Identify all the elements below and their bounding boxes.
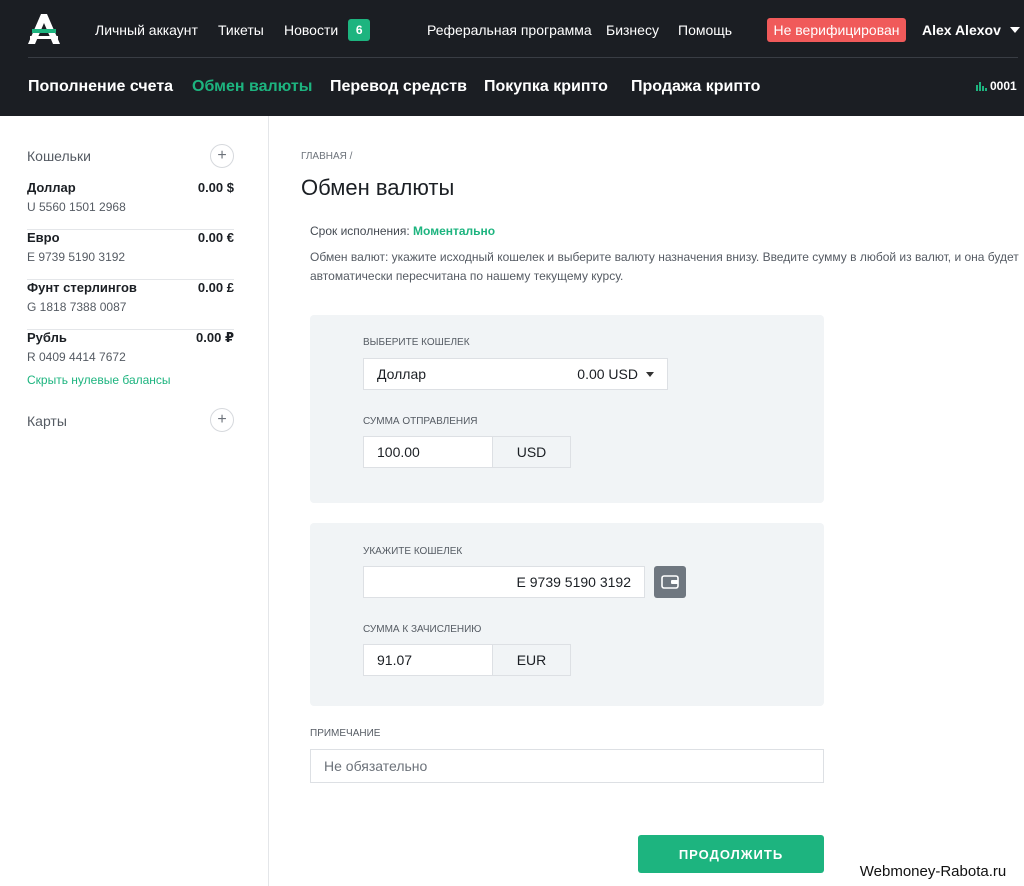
note-input[interactable] <box>310 749 824 783</box>
selected-wallet: Доллар <box>377 366 427 382</box>
wallet-item-usd[interactable]: Доллар 0.00 $ U 5560 1501 2968 <box>27 180 234 230</box>
wallet-select[interactable]: Доллар 0.00 USD <box>363 358 668 390</box>
tab-buy-crypto[interactable]: Покупка крипто <box>484 76 608 98</box>
plus-icon: + <box>217 411 227 428</box>
nav-news[interactable]: Новости 6 <box>284 19 371 41</box>
tab-deposit[interactable]: Пополнение счета <box>28 76 173 98</box>
logo-icon[interactable] <box>26 12 62 46</box>
hide-zero-balances-link[interactable]: Скрыть нулевые балансы <box>27 373 171 387</box>
source-panel: ВЫБЕРИТЕ КОШЕЛЕК Доллар 0.00 USD СУММА О… <box>310 315 824 503</box>
news-count-badge: 6 <box>348 19 371 41</box>
wallet-picker-button[interactable] <box>654 566 686 598</box>
nav-tickets[interactable]: Тикеты <box>218 19 264 41</box>
user-name: Alex Alexov <box>922 22 1001 38</box>
execution-term: Срок исполнения: Моментально <box>310 224 496 238</box>
chevron-down-icon <box>1009 27 1020 33</box>
note-label: ПРИМЕЧАНИЕ <box>310 728 381 739</box>
tab-exchange[interactable]: Обмен валюты <box>192 76 312 98</box>
tab-sell-crypto[interactable]: Продажа крипто <box>631 76 760 98</box>
send-amount-input[interactable]: 100.00 <box>363 436 493 468</box>
wallets-title: Кошельки <box>27 148 91 164</box>
target-panel: УКАЖИТЕ КОШЕЛЕК E 9739 5190 3192 СУММА К… <box>310 523 824 706</box>
stats-icon <box>976 82 987 91</box>
account-indicator[interactable]: 0001 <box>976 77 1017 95</box>
receive-amount-label: СУММА К ЗАЧИСЛЕНИЮ <box>363 624 482 635</box>
unverified-badge[interactable]: Не верифицирован <box>767 18 906 42</box>
chevron-down-icon <box>646 371 654 377</box>
send-amount-label: СУММА ОТПРАВЛЕНИЯ <box>363 416 478 427</box>
nav-help[interactable]: Помощь <box>678 19 732 41</box>
add-wallet-button[interactable]: + <box>210 144 234 168</box>
term-value: Моментально <box>413 224 496 238</box>
sidebar: Кошельки + Доллар 0.00 $ U 5560 1501 296… <box>0 116 269 886</box>
cards-title: Карты <box>27 413 67 429</box>
watermark: Webmoney-Rabota.ru <box>842 857 1024 886</box>
plus-icon: + <box>217 147 227 164</box>
receive-currency: EUR <box>493 644 571 676</box>
divider <box>28 57 1018 58</box>
tab-transfer[interactable]: Перевод средств <box>330 76 467 98</box>
nav-personal-account[interactable]: Личный аккаунт <box>95 19 198 41</box>
account-id: 0001 <box>990 79 1017 93</box>
nav-referral[interactable]: Реферальная программа <box>427 19 592 41</box>
wallet-item-gbp[interactable]: Фунт стерлингов 0.00 £ G 1818 7388 0087 <box>27 280 234 330</box>
wallet-icon <box>661 575 679 589</box>
nav-business[interactable]: Бизнесу <box>606 19 659 41</box>
receive-amount-input[interactable]: 91.07 <box>363 644 493 676</box>
add-card-button[interactable]: + <box>210 408 234 432</box>
description: Обмен валют: укажите исходный кошелек и … <box>310 250 1019 283</box>
breadcrumb[interactable]: ГЛАВНАЯ / <box>301 151 352 162</box>
target-wallet-label: УКАЖИТЕ КОШЕЛЕК <box>363 546 463 557</box>
top-header: Личный аккаунт Тикеты Новости 6 Реферальн… <box>0 0 1024 116</box>
send-currency: USD <box>493 436 571 468</box>
select-wallet-label: ВЫБЕРИТЕ КОШЕЛЕК <box>363 337 470 348</box>
selected-balance: 0.00 USD <box>577 366 638 382</box>
continue-button[interactable]: ПРОДОЛЖИТЬ <box>638 835 824 873</box>
page-title: Обмен валюты <box>301 175 455 200</box>
target-wallet-input[interactable]: E 9739 5190 3192 <box>363 566 645 598</box>
user-menu[interactable]: Alex Alexov <box>922 19 1020 41</box>
wallet-item-eur[interactable]: Евро 0.00 € E 9739 5190 3192 <box>27 230 234 280</box>
